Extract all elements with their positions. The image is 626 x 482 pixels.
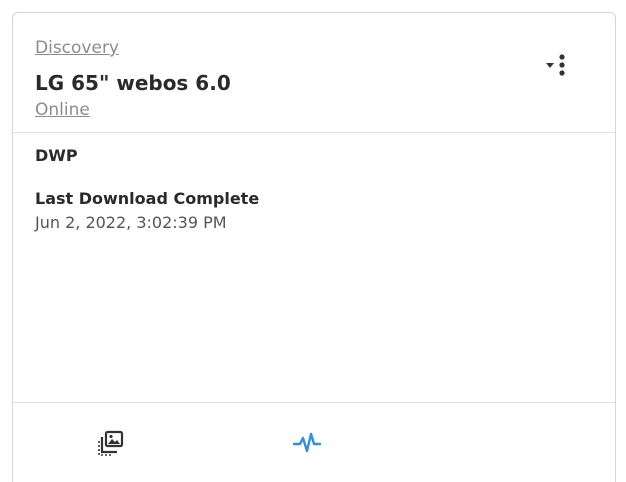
activity-button[interactable] bbox=[292, 429, 322, 457]
download-timestamp: Jun 2, 2022, 3:02:39 PM bbox=[35, 213, 227, 232]
card-footer bbox=[13, 402, 615, 482]
gallery-icon bbox=[98, 430, 124, 456]
dropdown-kebab-icon bbox=[546, 54, 565, 76]
card-header: Discovery LG 65" webos 6.0 Online bbox=[13, 13, 615, 133]
breadcrumb-discovery[interactable]: Discovery bbox=[35, 38, 119, 58]
activity-icon bbox=[292, 432, 322, 453]
card-content: DWP Last Download Complete Jun 2, 2022, … bbox=[35, 146, 595, 232]
section-label: DWP bbox=[35, 146, 78, 165]
status-link[interactable]: Online bbox=[35, 100, 90, 120]
device-card: Discovery LG 65" webos 6.0 Online DWP La… bbox=[12, 12, 616, 482]
device-title: LG 65" webos 6.0 bbox=[35, 71, 231, 95]
gallery-button[interactable] bbox=[97, 429, 125, 457]
card-menu-button[interactable] bbox=[541, 51, 571, 81]
download-status-label: Last Download Complete bbox=[35, 189, 260, 208]
